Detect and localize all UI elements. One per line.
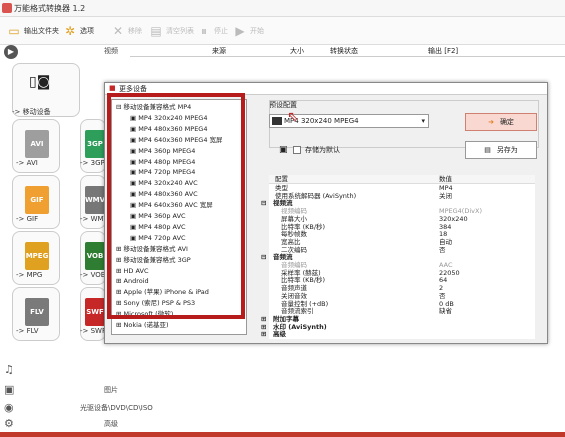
bottom-status-bar: [0, 432, 565, 437]
col-source[interactable]: 来源: [212, 46, 226, 56]
mpeg-icon: MPEG: [25, 242, 49, 270]
red-arrow-pointer: ⇖: [287, 109, 299, 125]
properties-grid: 配置 数值 类型 MP4 使用系统解码器 (AviSynth) 关闭 ⊟ 视频流 视频编码 M…: [261, 175, 535, 339]
arrow-right-icon: ➜: [488, 118, 494, 126]
remove-label: 移除: [128, 27, 142, 35]
tree-item-label: Nokia (诺基亚): [123, 321, 169, 329]
clear-list-button[interactable]: ▤ 清空列表: [148, 21, 194, 41]
vob-icon: VOB: [85, 242, 105, 270]
property-name: 高级: [273, 330, 286, 339]
clear-list-label: 清空列表: [166, 27, 194, 35]
stop-label: 停止: [214, 27, 228, 35]
group-toggle-icon[interactable]: ⊟: [261, 199, 266, 208]
options-label: 选项: [80, 27, 94, 35]
highlight-box: [107, 93, 245, 319]
save-default-checkbox[interactable]: [293, 146, 301, 154]
group-toggle-icon[interactable]: ⊟: [261, 253, 266, 262]
save-as-button[interactable]: ▤ 另存为: [465, 141, 537, 159]
dialog-icon: ■: [109, 84, 116, 92]
ok-button[interactable]: ➜ 确定: [465, 113, 537, 131]
col-size[interactable]: 大小: [290, 46, 304, 56]
advanced-category-icon[interactable]: ⚙: [4, 417, 14, 430]
save-preset-icon: ▣: [279, 145, 288, 155]
col-status[interactable]: 转换状态: [330, 46, 358, 56]
picture-category-icon[interactable]: ▣: [4, 383, 14, 396]
category-picture[interactable]: 图片: [104, 385, 178, 401]
device-icon: [272, 117, 282, 125]
file-list-header: 来源 大小 转换状态 输出 [F2]: [130, 45, 565, 57]
ok-label: 确定: [499, 118, 514, 126]
music-category-icon[interactable]: ♫: [4, 363, 14, 376]
gif-icon: GIF: [25, 186, 49, 214]
remove-icon: ✕: [112, 24, 124, 38]
mpg-label: -> MPG: [16, 271, 43, 279]
category-disc[interactable]: 光驱设备\DVD\CD\ISO: [80, 403, 190, 419]
flv-label: -> FLV: [16, 327, 39, 335]
play-icon: ▶: [235, 24, 245, 38]
app-title: 万能格式转换器 1.2: [14, 4, 86, 13]
mobile-device-label: -> 移动设备: [12, 108, 51, 116]
gif-label: -> GIF: [16, 215, 39, 223]
start-label: 开始: [250, 27, 264, 35]
group-toggle-icon[interactable]: ⊞: [261, 330, 266, 339]
flv-icon: FLV: [25, 298, 49, 326]
3gp-label: -> 3GP: [80, 159, 105, 167]
wmv-icon: WMV: [85, 186, 105, 214]
chevron-down-icon: ▾: [421, 117, 425, 125]
save-as-label: 另存为: [496, 146, 518, 154]
video-category-icon: ▶: [4, 45, 18, 59]
gear-icon: ✲: [64, 24, 76, 38]
pause-icon: ⏸: [200, 23, 207, 38]
properties-header: 配置 数值: [269, 175, 535, 184]
stop-button[interactable]: ⏸ 停止: [196, 21, 228, 41]
save-default-label: 存储为默认: [305, 146, 340, 154]
remove-button[interactable]: ✕ 移除: [110, 21, 142, 41]
avi-label: -> AVI: [16, 159, 38, 167]
app-icon: [2, 3, 12, 13]
tree-group[interactable]: ⊞ Nokia (诺基亚): [116, 321, 169, 330]
3gp-icon: 3GP: [85, 130, 105, 158]
category-video[interactable]: 视频: [104, 46, 178, 62]
title-bar: 万能格式转换器 1.2: [0, 0, 565, 17]
avi-icon: AVI: [25, 130, 49, 158]
vob-label: -> VOB: [80, 271, 106, 279]
phone-camera-icon: ▯◙: [29, 74, 51, 90]
output-folder-button[interactable]: ▭ 输出文件夹: [6, 21, 59, 41]
start-button[interactable]: ▶ 开始: [232, 21, 264, 41]
folder-icon: ▭: [8, 24, 20, 38]
prop-header-value: 数值: [439, 175, 452, 183]
disc-category-icon[interactable]: ◉: [4, 401, 14, 414]
clear-icon: ▤: [150, 24, 162, 38]
swf-label: -> SWF: [80, 327, 107, 335]
output-folder-label: 输出文件夹: [24, 27, 59, 35]
prop-header-name: 配置: [275, 175, 288, 183]
options-button[interactable]: ✲ 选项: [62, 21, 94, 41]
save-as-icon: ▤: [484, 146, 491, 154]
property-row[interactable]: ⊞ 高级: [261, 330, 535, 339]
col-output[interactable]: 输出 [F2]: [428, 46, 458, 56]
expand-icon[interactable]: ⊞: [116, 321, 124, 329]
swf-icon: SWF: [85, 298, 105, 326]
toolbar: ▭ 输出文件夹 ✲ 选项 ✕ 移除 ▤ 清空列表 ⏸ 停止 ▶ 开始: [0, 17, 565, 45]
